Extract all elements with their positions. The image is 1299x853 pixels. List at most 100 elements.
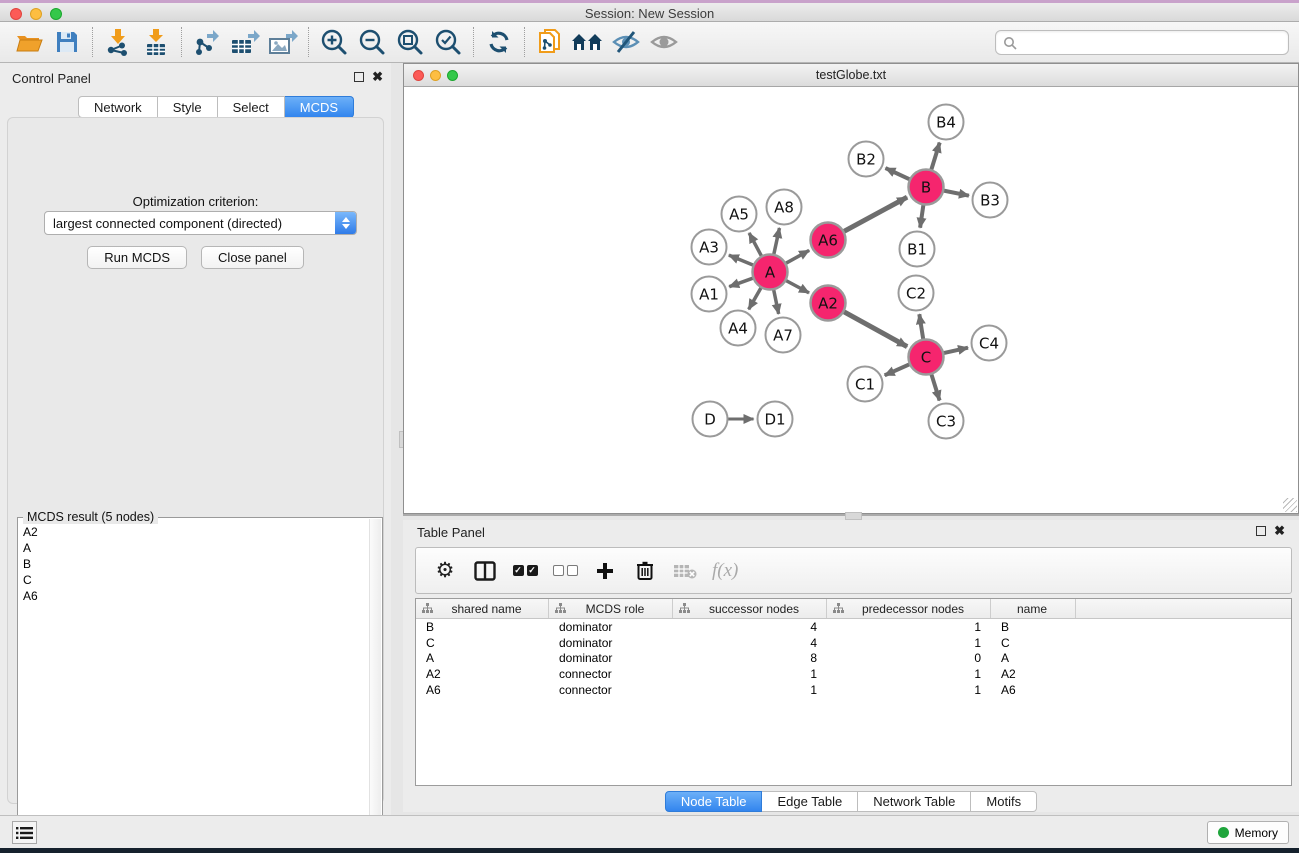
graph-node-A6[interactable]: A6 bbox=[811, 223, 846, 258]
graph-node-A3[interactable]: A3 bbox=[692, 230, 727, 265]
export-table-button[interactable] bbox=[226, 25, 264, 59]
table-cell[interactable]: C bbox=[991, 636, 1076, 650]
table-row[interactable]: A2connector11A2 bbox=[416, 666, 1291, 682]
table-cell[interactable]: dominator bbox=[549, 620, 673, 634]
table-cell[interactable]: 1 bbox=[673, 683, 827, 697]
tab-node-table[interactable]: Node Table bbox=[665, 791, 763, 812]
graph-node-B4[interactable]: B4 bbox=[929, 105, 964, 140]
column-header[interactable]: shared name bbox=[416, 599, 549, 618]
table-cell[interactable]: A6 bbox=[416, 683, 549, 697]
zoom-in-button[interactable] bbox=[315, 25, 353, 59]
table-row[interactable]: A6connector11A6 bbox=[416, 682, 1291, 698]
table-row[interactable]: Bdominator41B bbox=[416, 619, 1291, 635]
table-cell[interactable]: B bbox=[991, 620, 1076, 634]
import-table-button[interactable] bbox=[137, 25, 175, 59]
graph-node-A7[interactable]: A7 bbox=[766, 318, 801, 353]
graph-node-C2[interactable]: C2 bbox=[899, 276, 934, 311]
edge-C-C3[interactable] bbox=[931, 374, 939, 401]
first-neighbors-button[interactable] bbox=[569, 25, 607, 59]
edge-A-A4[interactable] bbox=[749, 287, 762, 309]
node-table[interactable]: shared nameMCDS rolesuccessor nodesprede… bbox=[415, 598, 1292, 786]
table-cell[interactable]: dominator bbox=[549, 651, 673, 665]
hide-selected-button[interactable] bbox=[607, 25, 645, 59]
column-header[interactable]: MCDS role bbox=[549, 599, 673, 618]
graph-node-B3[interactable]: B3 bbox=[973, 183, 1008, 218]
zoom-fit-button[interactable] bbox=[391, 25, 429, 59]
graph-node-A1[interactable]: A1 bbox=[692, 277, 727, 312]
table-cell[interactable]: C bbox=[416, 636, 549, 650]
open-session-button[interactable] bbox=[10, 25, 48, 59]
show-all-button[interactable] bbox=[645, 25, 683, 59]
column-header[interactable]: successor nodes bbox=[673, 599, 827, 618]
edge-A-A5[interactable] bbox=[749, 233, 762, 257]
task-history-button[interactable] bbox=[12, 821, 37, 844]
edge-A-A8[interactable] bbox=[774, 228, 780, 255]
table-cell[interactable]: 1 bbox=[827, 683, 991, 697]
table-cell[interactable]: 8 bbox=[673, 651, 827, 665]
mcds-result-item[interactable]: A6 bbox=[21, 588, 368, 604]
edge-B-B2[interactable] bbox=[885, 168, 910, 180]
export-image-button[interactable] bbox=[264, 25, 302, 59]
mcds-result-item[interactable]: B bbox=[21, 556, 368, 572]
window-resize-grip[interactable] bbox=[1283, 498, 1297, 512]
table-cell[interactable]: 0 bbox=[827, 651, 991, 665]
function-builder-button[interactable]: f(x) bbox=[712, 556, 738, 586]
edge-B-B1[interactable] bbox=[920, 204, 923, 227]
table-cell[interactable]: 1 bbox=[827, 636, 991, 650]
graph-node-C1[interactable]: C1 bbox=[848, 367, 883, 402]
edge-A2-C[interactable] bbox=[843, 311, 907, 346]
edge-A-A2[interactable] bbox=[785, 280, 809, 293]
column-header[interactable]: predecessor nodes bbox=[827, 599, 991, 618]
table-cell[interactable]: 1 bbox=[827, 667, 991, 681]
vertical-split-handle[interactable] bbox=[845, 512, 862, 520]
mcds-result-scrollbar[interactable] bbox=[369, 519, 381, 853]
graph-node-A5[interactable]: A5 bbox=[722, 197, 757, 232]
table-cell[interactable]: A bbox=[991, 651, 1076, 665]
memory-status-button[interactable]: Memory bbox=[1207, 821, 1289, 844]
export-network-button[interactable] bbox=[188, 25, 226, 59]
tab-style[interactable]: Style bbox=[158, 96, 218, 118]
graph-node-B1[interactable]: B1 bbox=[900, 232, 935, 267]
table-row[interactable]: Cdominator41C bbox=[416, 635, 1291, 651]
search-input[interactable] bbox=[1022, 36, 1288, 50]
edge-C-C4[interactable] bbox=[943, 348, 968, 354]
graph-node-C[interactable]: C bbox=[909, 340, 944, 375]
tab-network[interactable]: Network bbox=[78, 96, 158, 118]
float-panel-icon[interactable] bbox=[354, 72, 364, 82]
graph-node-A4[interactable]: A4 bbox=[721, 311, 756, 346]
edge-A-A1[interactable] bbox=[729, 278, 753, 287]
mcds-result-item[interactable]: A bbox=[21, 540, 368, 556]
edge-A6-B[interactable] bbox=[843, 197, 907, 231]
tab-motifs[interactable]: Motifs bbox=[971, 791, 1037, 812]
edge-B-B4[interactable] bbox=[931, 143, 940, 171]
duplicate-network-button[interactable] bbox=[531, 25, 569, 59]
close-table-panel-icon[interactable]: ✖ bbox=[1274, 526, 1285, 536]
graph-node-A2[interactable]: A2 bbox=[811, 286, 846, 321]
delete-column-button[interactable] bbox=[632, 556, 658, 586]
mcds-result-item[interactable]: C bbox=[21, 572, 368, 588]
table-cell[interactable]: A2 bbox=[991, 667, 1076, 681]
graph-node-A8[interactable]: A8 bbox=[767, 190, 802, 225]
edge-A-A6[interactable] bbox=[785, 250, 809, 263]
run-mcds-button[interactable]: Run MCDS bbox=[87, 246, 187, 269]
tab-select[interactable]: Select bbox=[218, 96, 285, 118]
add-column-button[interactable] bbox=[592, 556, 618, 586]
tab-edge-table[interactable]: Edge Table bbox=[762, 791, 858, 812]
column-header[interactable]: name bbox=[991, 599, 1076, 618]
table-cell[interactable]: A bbox=[416, 651, 549, 665]
graph-node-D[interactable]: D bbox=[693, 402, 728, 437]
zoom-selected-button[interactable] bbox=[429, 25, 467, 59]
zoom-out-button[interactable] bbox=[353, 25, 391, 59]
split-view-button[interactable] bbox=[472, 556, 498, 586]
graph-node-D1[interactable]: D1 bbox=[758, 402, 793, 437]
graph-node-B[interactable]: B bbox=[909, 170, 944, 205]
edge-A-A3[interactable] bbox=[729, 255, 754, 265]
network-window-titlebar[interactable]: testGlobe.txt bbox=[404, 64, 1298, 87]
refresh-button[interactable] bbox=[480, 25, 518, 59]
gear-button[interactable]: ⚙ bbox=[432, 556, 458, 586]
tab-mcds[interactable]: MCDS bbox=[285, 96, 354, 118]
import-network-button[interactable] bbox=[99, 25, 137, 59]
table-cell[interactable]: connector bbox=[549, 683, 673, 697]
optimization-criterion-select[interactable]: largest connected component (directed) bbox=[44, 211, 357, 235]
select-all-button[interactable]: ✓✓ bbox=[512, 556, 538, 586]
